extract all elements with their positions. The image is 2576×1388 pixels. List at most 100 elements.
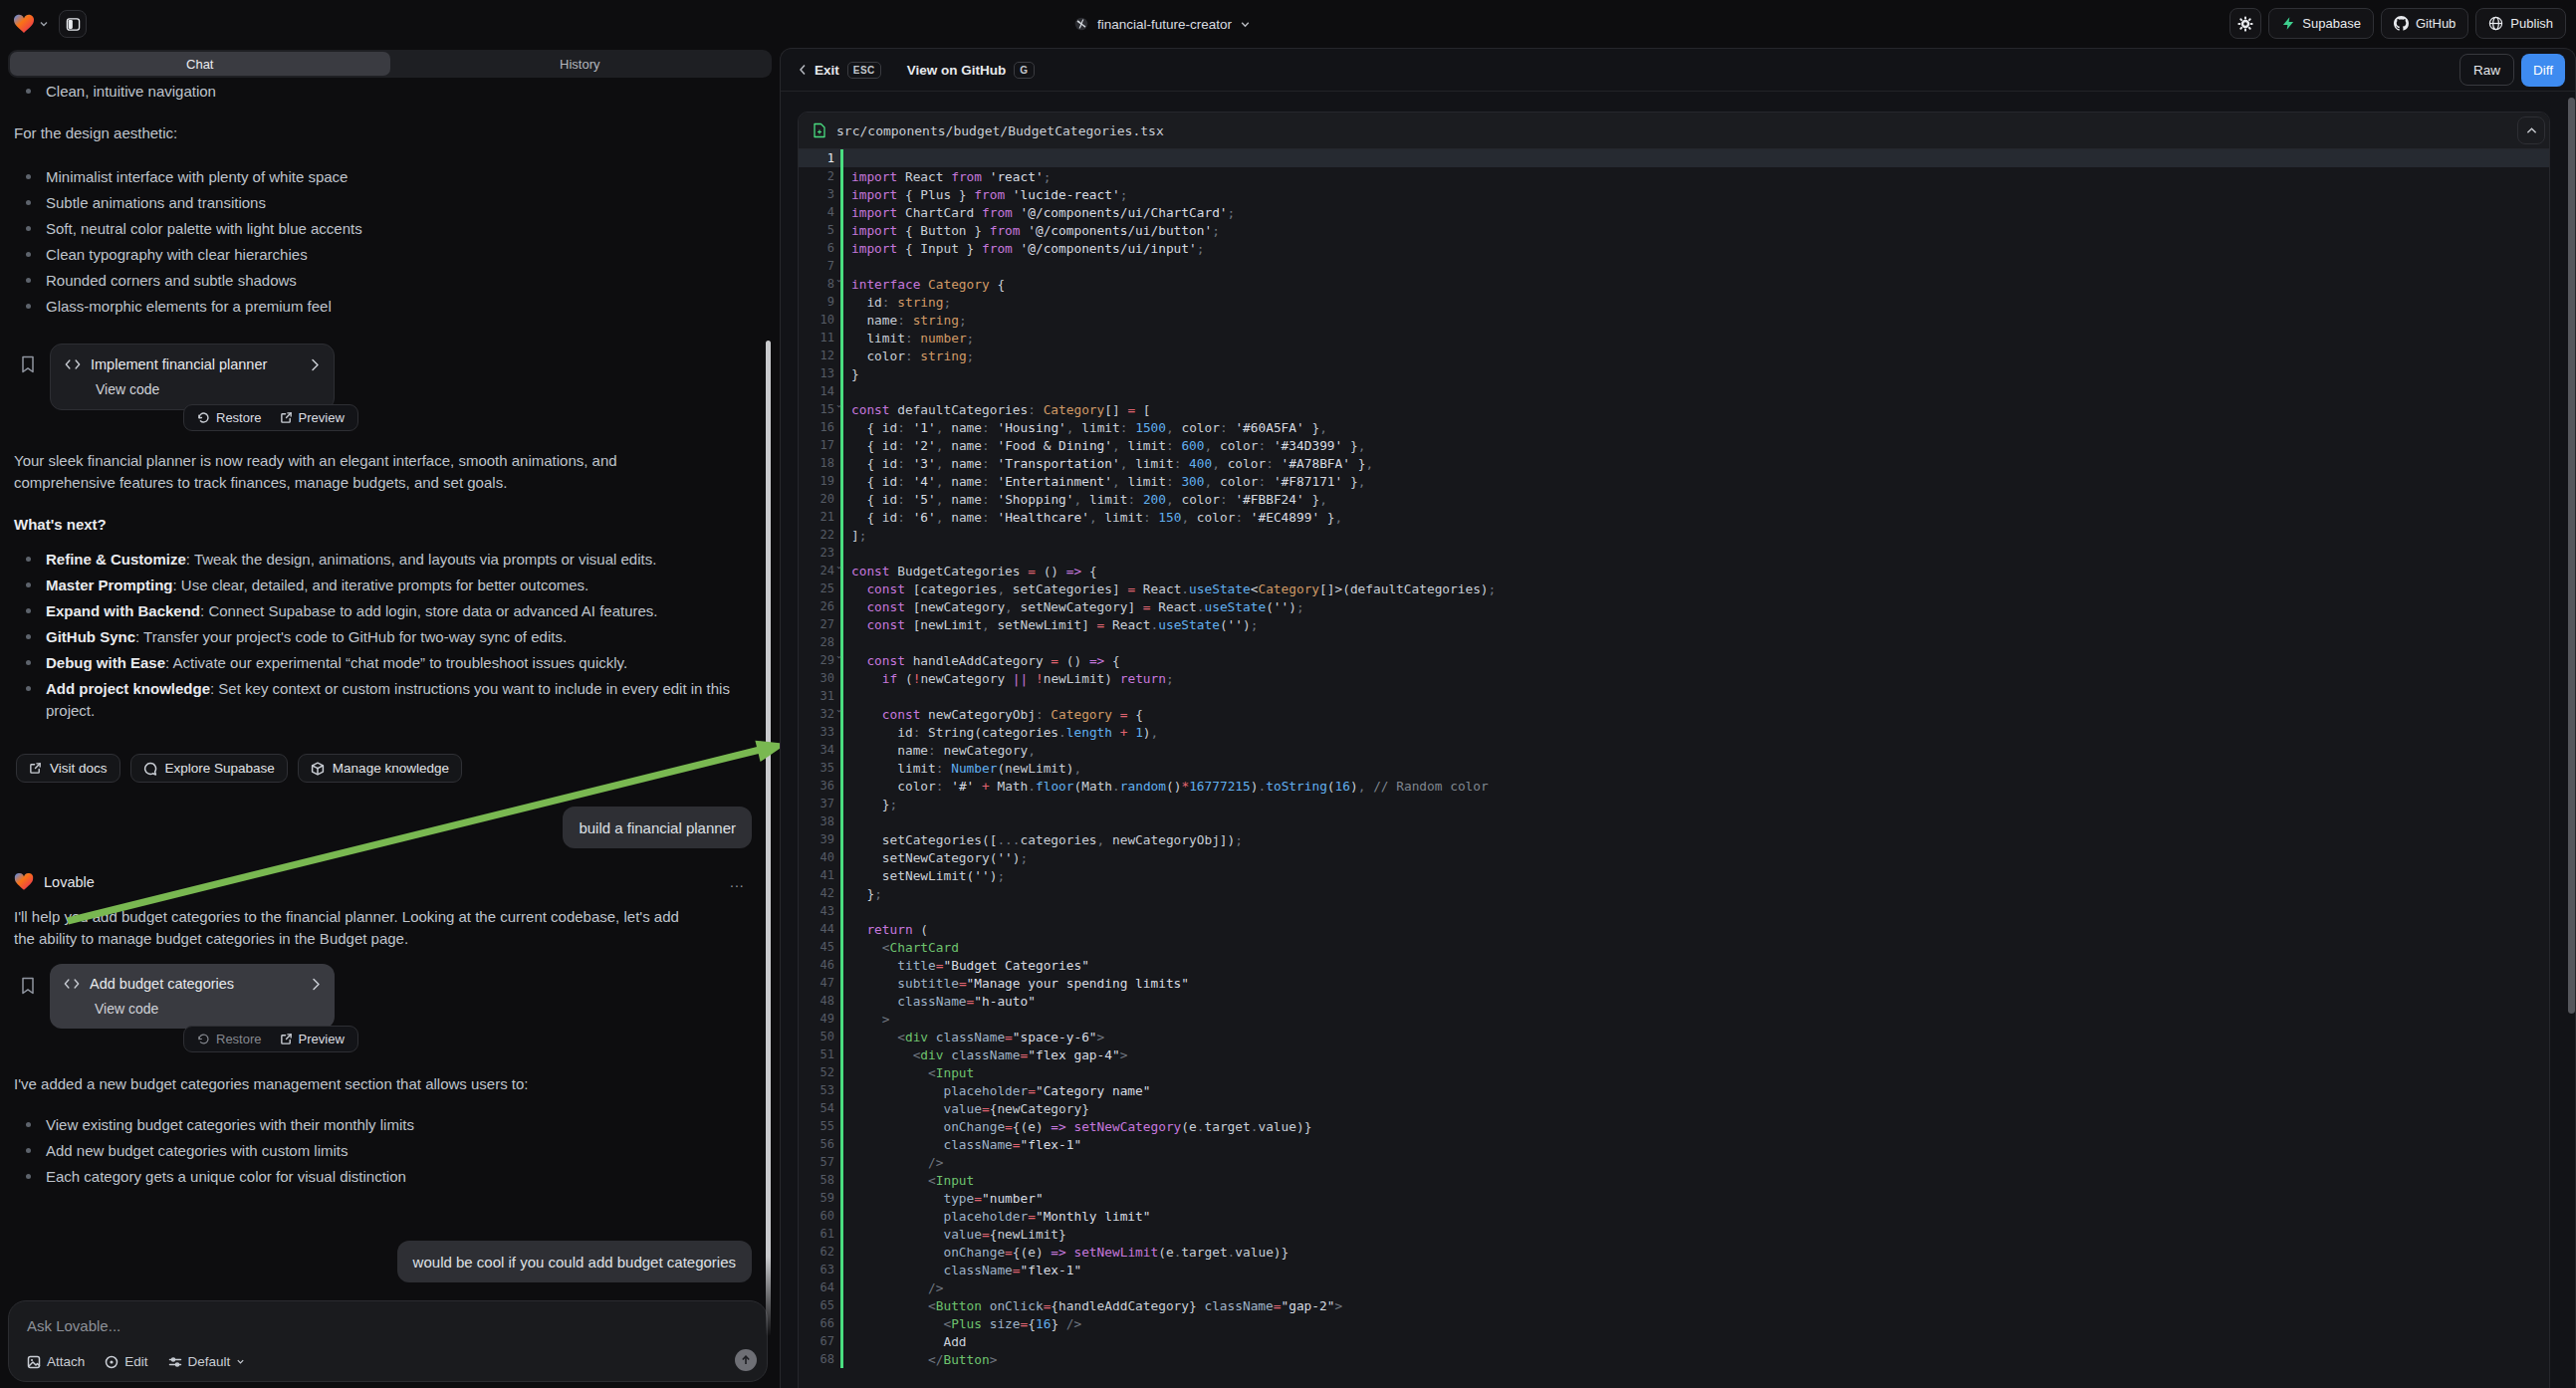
file-plus-icon [813, 122, 826, 138]
list-item: Subtle animations and transitions [26, 192, 739, 214]
code-line: 9 id: string; [799, 293, 2549, 311]
raw-toggle-button[interactable]: Raw [2459, 54, 2514, 86]
bookmark-icon[interactable] [20, 976, 36, 996]
preview-button[interactable]: Preview [271, 1032, 353, 1046]
send-button[interactable] [735, 1349, 757, 1371]
external-link-icon [280, 411, 293, 424]
assistant-paragraph: Your sleek financial planner is now read… [14, 450, 751, 494]
view-code-link[interactable]: View code [95, 1001, 321, 1017]
code-line: 57 /> [799, 1153, 2549, 1171]
code-line: 45 <ChartCard [799, 938, 2549, 956]
assistant-paragraph: I've added a new budget categories manag… [14, 1073, 756, 1095]
view-code-link[interactable]: View code [96, 381, 320, 397]
mode-select[interactable]: Default [168, 1354, 246, 1369]
chat-bubble-icon [143, 762, 157, 776]
code-line: 13} [799, 364, 2549, 382]
publish-button[interactable]: Publish [2475, 8, 2566, 39]
bookmark-icon[interactable] [20, 354, 36, 374]
version-card-add-budget-categories[interactable]: Add budget categories View code [50, 964, 335, 1029]
tab-history[interactable]: History [390, 52, 771, 76]
code-line: 20 { id: '5', name: 'Shopping', limit: 2… [799, 490, 2549, 508]
code-line: 33 id: String(categories.length + 1), [799, 723, 2549, 741]
code-viewer-panel: Exit ESC View on GitHub G Raw Diff src/c… [780, 48, 2576, 1388]
version-title: Add budget categories [90, 976, 234, 992]
list-item: Refine & Customize: Tweak the design, an… [26, 549, 739, 571]
code-line: 22]; [799, 526, 2549, 544]
code-lines[interactable]: 12import React from 'react';3import { Pl… [799, 149, 2549, 1368]
exit-button[interactable]: Exit ESC [799, 62, 881, 79]
package-icon [311, 762, 325, 776]
code-line: 11 limit: number; [799, 329, 2549, 347]
visit-docs-button[interactable]: Visit docs [16, 754, 120, 783]
code-line: 50 <div className="space-y-6"> [799, 1028, 2549, 1045]
collapse-button[interactable] [2517, 116, 2545, 144]
github-label: GitHub [2416, 16, 2456, 31]
version-actions: Restore Preview [183, 404, 358, 431]
file-card: src/components/budget/BudgetCategories.t… [798, 112, 2550, 1388]
code-line: 1 [799, 149, 2549, 167]
tab-chat[interactable]: Chat [10, 52, 390, 76]
design-heading: For the design aesthetic: [14, 122, 177, 144]
list-item: Clean typography with clear hierarchies [26, 244, 739, 266]
code-line: 2import React from 'react'; [799, 167, 2549, 185]
code-line: 27 const [newLimit, setNewLimit] = React… [799, 615, 2549, 633]
code-line: 53 placeholder="Category name" [799, 1081, 2549, 1099]
supabase-button[interactable]: Supabase [2268, 8, 2374, 39]
diff-toggle-button[interactable]: Diff [2521, 54, 2565, 87]
code-line: 39 setCategories([...categories, newCate… [799, 830, 2549, 848]
edit-button[interactable]: Edit [105, 1354, 147, 1369]
chevron-right-icon [312, 978, 321, 991]
attach-button[interactable]: Attach [27, 1354, 85, 1369]
explore-supabase-button[interactable]: Explore Supabase [130, 754, 288, 783]
chat-scrollbar[interactable] [766, 341, 771, 1336]
code-line: 56 className="flex-1" [799, 1135, 2549, 1153]
code-line: 42 }; [799, 884, 2549, 902]
code-line: 31 [799, 687, 2549, 705]
code-line: 58 <Input [799, 1171, 2549, 1189]
composer-placeholder: Ask Lovable... [27, 1317, 120, 1334]
publish-label: Publish [2510, 16, 2553, 31]
chat-panel: Chat History Clean, intuitive navigation… [0, 0, 780, 1388]
code-line: 10 name: string; [799, 311, 2549, 329]
message-menu-button[interactable]: ... [730, 874, 745, 890]
file-path: src/components/budget/BudgetCategories.t… [836, 123, 1164, 138]
image-icon [27, 1355, 41, 1369]
assistant-header: Lovable [14, 872, 95, 891]
restore-button[interactable]: Restore [188, 1032, 271, 1046]
code-line: 34 name: newCategory, [799, 741, 2549, 759]
code-line: 18 { id: '3', name: 'Transportation', li… [799, 454, 2549, 472]
whats-next-heading: What's next? [14, 516, 107, 533]
code-line: 26 const [newCategory, setNewCategory] =… [799, 597, 2549, 615]
github-button[interactable]: GitHub [2381, 8, 2468, 39]
view-on-github-button[interactable]: View on GitHub G [907, 62, 1035, 79]
code-line: 43 [799, 902, 2549, 920]
manage-knowledge-button[interactable]: Manage knowledge [298, 754, 462, 783]
code-line: 3import { Plus } from 'lucide-react'; [799, 185, 2549, 203]
chat-history-tabs: Chat History [8, 50, 772, 78]
external-link-icon [29, 762, 42, 775]
code-line: 36 color: '#' + Math.floor(Math.random()… [799, 777, 2549, 795]
composer[interactable]: Ask Lovable... Attach Edit Default [8, 1300, 768, 1382]
github-icon [2394, 16, 2409, 31]
code-line: 12 color: string; [799, 347, 2549, 364]
project-switcher[interactable]: financial-future-creator [1073, 0, 1251, 48]
version-card-implement-financial-planner[interactable]: Implement financial planner View code [50, 344, 335, 410]
file-header[interactable]: src/components/budget/BudgetCategories.t… [799, 113, 2549, 149]
whats-next-list: Refine & Customize: Tweak the design, an… [26, 549, 739, 726]
code-line: 14 [799, 382, 2549, 400]
code-line: 60 placeholder="Monthly limit" [799, 1207, 2549, 1225]
code-viewer-header: Exit ESC View on GitHub G Raw Diff [781, 49, 2575, 92]
restore-button[interactable]: Restore [188, 410, 271, 425]
sliders-icon [168, 1355, 182, 1369]
list-item: Debug with Ease: Activate our experiment… [26, 652, 739, 674]
code-line: 32› const newCategoryObj: Category = { [799, 705, 2549, 723]
list-item: GitHub Sync: Transfer your project's cod… [26, 626, 739, 648]
settings-button[interactable] [2229, 8, 2261, 39]
code-line: 44 return ( [799, 920, 2549, 938]
list-item: Soft, neutral color palette with light b… [26, 218, 739, 240]
project-name: financial-future-creator [1097, 17, 1232, 32]
code-scrollbar[interactable] [2568, 98, 2575, 1014]
preview-button[interactable]: Preview [271, 410, 353, 425]
list-item: Add new budget categories with custom li… [26, 1140, 739, 1162]
code-line: 15›const defaultCategories: Category[] =… [799, 400, 2549, 418]
